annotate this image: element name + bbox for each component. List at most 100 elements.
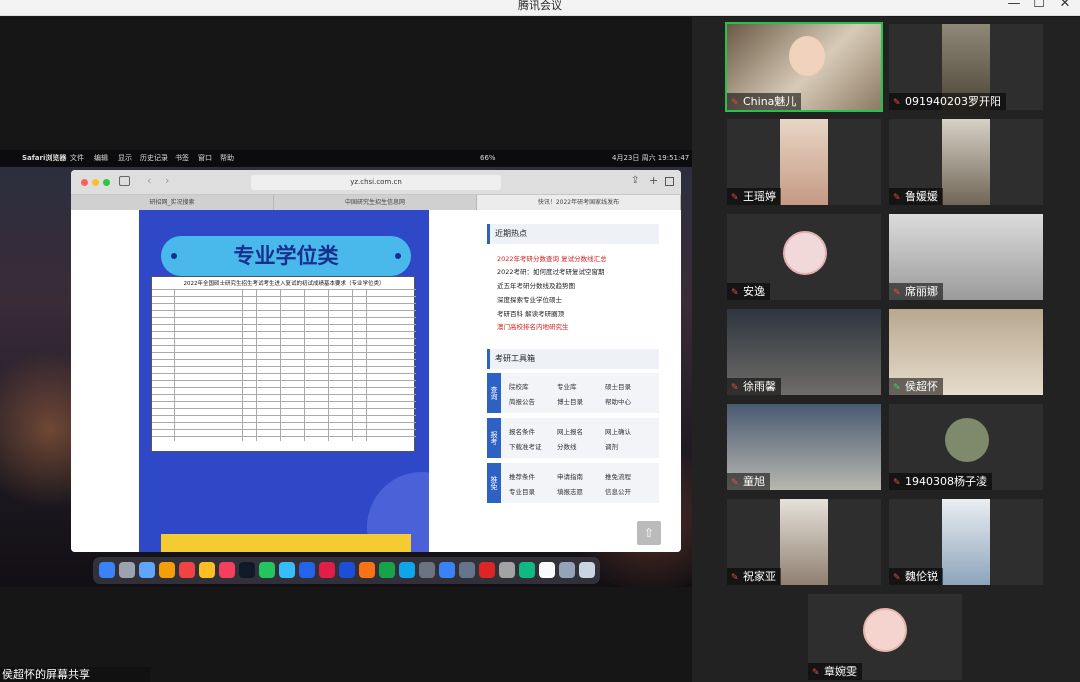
dock-app-icon[interactable]: [319, 562, 335, 578]
forward-icon[interactable]: ›: [165, 174, 169, 187]
tool-box-recommend: 推免 推荐条件 申请指南 推免流程 专业目录 填报志愿 信息公开: [487, 463, 659, 503]
mic-muted-icon: ✎: [893, 193, 901, 203]
menu-window[interactable]: 窗口: [198, 150, 212, 167]
tab-search[interactable]: 研招网_实况搜索: [71, 195, 274, 210]
tool-link[interactable]: 博士目录: [557, 396, 583, 406]
tool-link[interactable]: 下载准考证: [509, 441, 542, 451]
tool-link[interactable]: 报名条件: [509, 426, 535, 436]
share-icon[interactable]: ⇪: [631, 175, 639, 186]
dock-app-icon[interactable]: [459, 562, 475, 578]
participant-tile[interactable]: ✎ 安逸: [727, 214, 881, 300]
dock-app-icon[interactable]: [419, 562, 435, 578]
participant-tile[interactable]: ✎ 魏伦锐: [889, 499, 1043, 585]
hot-link[interactable]: 澳门高校排名内地研究生: [497, 321, 569, 331]
tool-link[interactable]: 帮助中心: [605, 396, 631, 406]
participant-tile[interactable]: ✎ 席丽娜: [889, 214, 1043, 300]
participant-tile[interactable]: ✎ 童旭: [727, 404, 881, 490]
participant-tile[interactable]: ✎ 章婉雯: [808, 594, 962, 680]
zoom-dot-icon[interactable]: [103, 179, 110, 186]
mic-muted-icon: ✎: [731, 383, 739, 393]
new-tab-icon[interactable]: +: [649, 174, 658, 187]
tool-link[interactable]: 信息公开: [605, 486, 631, 496]
dock-app-icon[interactable]: [579, 562, 595, 578]
tool-link[interactable]: 简报公告: [509, 396, 535, 406]
back-icon[interactable]: ‹: [147, 174, 151, 187]
dock-app-icon[interactable]: [339, 562, 355, 578]
tool-link[interactable]: 推荐条件: [509, 471, 535, 481]
close-button[interactable]: ✕: [1056, 0, 1074, 11]
menu-view[interactable]: 显示: [118, 150, 132, 167]
tool-link[interactable]: 专业目录: [509, 486, 535, 496]
participant-tile[interactable]: ✎ 侯超怀: [889, 309, 1043, 395]
hot-link[interactable]: 考研百科 解读考研圈顶: [497, 308, 564, 318]
dock-app-icon[interactable]: [499, 562, 515, 578]
table-col-line: [328, 289, 329, 441]
participant-name: 章婉雯: [824, 665, 857, 678]
participant-tile[interactable]: ✎ 祝家亚: [727, 499, 881, 585]
address-bar[interactable]: yz.chsi.com.cn: [251, 175, 501, 190]
dock-app-icon[interactable]: [239, 562, 255, 578]
dock-app-icon[interactable]: [359, 562, 375, 578]
participant-tile[interactable]: ✎ China魅儿: [725, 22, 883, 112]
tool-link[interactable]: 推免流程: [605, 471, 631, 481]
dock-app-icon[interactable]: [119, 562, 135, 578]
hot-link[interactable]: 深度探索专业学位硕士: [497, 294, 562, 304]
participant-tile[interactable]: ✎ 091940203罗开阳: [889, 24, 1043, 110]
scroll-to-top-button[interactable]: ⇧: [637, 521, 661, 545]
tool-box-label: 推免: [487, 463, 501, 503]
dock-app-icon[interactable]: [439, 562, 455, 578]
table-row-line: [152, 352, 416, 353]
participant-name: 091940203罗开阳: [905, 95, 1001, 108]
dock-app-icon[interactable]: [159, 562, 175, 578]
dock-app-icon[interactable]: [479, 562, 495, 578]
dock-app-icon[interactable]: [379, 562, 395, 578]
tool-link[interactable]: 调剂: [605, 441, 618, 451]
dock-app-icon[interactable]: [179, 562, 195, 578]
hot-link[interactable]: 2022年考研分数查询 复试分数线汇总: [497, 253, 607, 263]
tool-link[interactable]: 专业库: [557, 381, 577, 391]
mac-dock: [93, 557, 600, 584]
tab-overview-icon[interactable]: [665, 177, 674, 186]
dock-app-icon[interactable]: [519, 562, 535, 578]
tool-link[interactable]: 分数线: [557, 441, 577, 451]
hot-link[interactable]: 近五年考研分数线及趋势图: [497, 280, 575, 290]
participant-tile[interactable]: ✎ 1940308杨子淩: [889, 404, 1043, 490]
dock-app-icon[interactable]: [259, 562, 275, 578]
sidebar-toggle-icon[interactable]: [119, 176, 130, 186]
dock-app-icon[interactable]: [99, 562, 115, 578]
maximize-button[interactable]: ☐: [1030, 0, 1048, 11]
participant-tile[interactable]: ✎ 徐雨馨: [727, 309, 881, 395]
dock-app-icon[interactable]: [559, 562, 575, 578]
menu-edit[interactable]: 编辑: [94, 150, 108, 167]
minimize-button[interactable]: —: [1005, 0, 1023, 11]
close-dot-icon[interactable]: [81, 179, 88, 186]
participant-tile[interactable]: ✎ 王瑶婷: [727, 119, 881, 205]
tool-link[interactable]: 网上报名: [557, 426, 583, 436]
participant-tile[interactable]: ✎ 鲁媛媛: [889, 119, 1043, 205]
app-menu[interactable]: Safari浏览器: [22, 150, 66, 167]
tool-link[interactable]: 院校库: [509, 381, 529, 391]
menu-help[interactable]: 帮助: [220, 150, 234, 167]
dock-app-icon[interactable]: [299, 562, 315, 578]
tool-link[interactable]: 网上确认: [605, 426, 631, 436]
mic-on-icon: ✎: [893, 383, 901, 393]
dock-app-icon[interactable]: [139, 562, 155, 578]
minimize-dot-icon[interactable]: [92, 179, 99, 186]
tab-news[interactable]: 快讯！2022年研考国家线发布: [477, 195, 681, 210]
dock-app-icon[interactable]: [399, 562, 415, 578]
menu-bookmarks[interactable]: 书签: [175, 150, 189, 167]
tab-chsi[interactable]: 中国研究生招生信息网: [274, 195, 477, 210]
dock-app-icon[interactable]: [219, 562, 235, 578]
table-row-line: [152, 408, 416, 409]
window-title: 腾讯会议: [518, 0, 562, 12]
menu-history[interactable]: 历史记录: [140, 150, 168, 167]
dock-app-icon[interactable]: [539, 562, 555, 578]
tool-link[interactable]: 填报志愿: [557, 486, 583, 496]
dock-app-icon[interactable]: [199, 562, 215, 578]
tool-link[interactable]: 硕士目录: [605, 381, 631, 391]
dock-app-icon[interactable]: [279, 562, 295, 578]
tool-link[interactable]: 申请指南: [557, 471, 583, 481]
participant-name-tag: ✎ 侯超怀: [889, 378, 943, 395]
hot-link[interactable]: 2022考研：如何度过考研复试空窗期: [497, 266, 605, 276]
menu-file[interactable]: 文件: [70, 150, 84, 167]
